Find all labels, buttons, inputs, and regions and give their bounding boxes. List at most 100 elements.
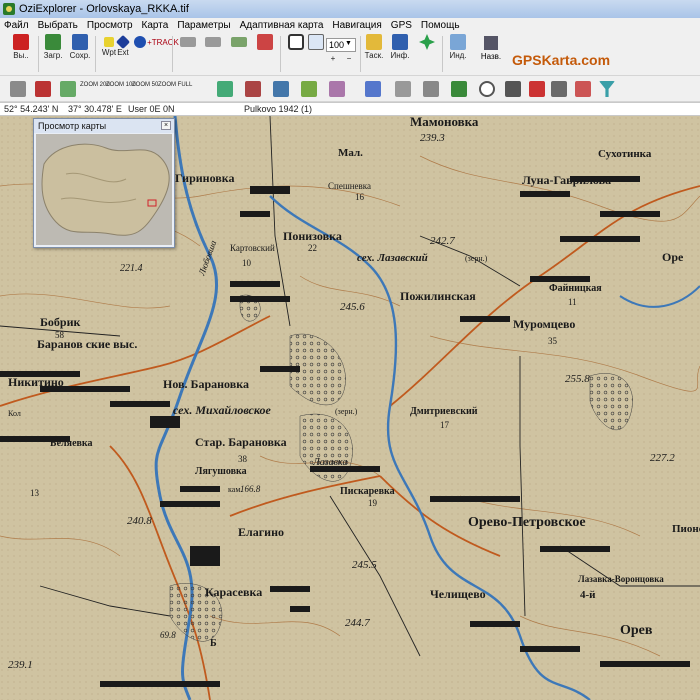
zoom-50-button[interactable]: ZOOM 50: [132, 76, 158, 88]
longitude-readout: 37° 30.478' E: [68, 104, 122, 114]
app-icon: [3, 3, 15, 15]
zoom-full-button[interactable]: ZOOM FULL: [158, 76, 192, 88]
track-edit-button[interactable]: [200, 32, 226, 48]
map-preview-window[interactable]: Просмотр карты ×: [33, 118, 175, 248]
filter-icon: [599, 81, 615, 97]
route-tool-button[interactable]: [30, 76, 56, 98]
plus-icon: +: [330, 54, 336, 63]
track-tool-button[interactable]: [55, 76, 81, 98]
anchor-button[interactable]: [500, 76, 526, 98]
anchor-icon: [505, 81, 521, 97]
layers-button[interactable]: [252, 32, 278, 51]
menu-map[interactable]: Карта: [142, 20, 169, 31]
print-button[interactable]: [5, 76, 31, 98]
index-button[interactable]: Инд.: [445, 32, 471, 60]
printer-icon: [10, 81, 26, 97]
pan-arrows-icon: [419, 34, 435, 50]
track-list-icon: [231, 37, 247, 47]
menu-adaptive-map[interactable]: Адаптивная карта: [240, 20, 324, 31]
preview-header[interactable]: Просмотр карты ×: [34, 119, 174, 133]
menu-gps[interactable]: GPS: [391, 20, 412, 31]
menu-navigation[interactable]: Навигация: [332, 20, 381, 31]
gps-icon: [329, 81, 345, 97]
menu-help[interactable]: Помощь: [421, 20, 460, 31]
gps-button-5[interactable]: [324, 76, 350, 98]
toolbar-divider: [280, 36, 281, 72]
close-icon[interactable]: ×: [161, 121, 171, 130]
title-bar: OziExplorer - Orlovskaya_RKKA.tif: [0, 0, 700, 18]
track-list-button[interactable]: [226, 32, 252, 48]
gps-icon: [245, 81, 261, 97]
open-folder-icon: [45, 34, 61, 50]
exit-button[interactable]: Вы..: [8, 32, 34, 60]
center-button[interactable]: [474, 76, 500, 98]
name-button[interactable]: Назв.: [478, 34, 504, 61]
zoom-200-button[interactable]: ZOOM 200: [80, 76, 110, 88]
nmea-button[interactable]: [390, 76, 416, 98]
zoom-out-button[interactable]: −: [342, 54, 356, 63]
track-draw-button[interactable]: [175, 32, 201, 48]
graph-button[interactable]: [570, 76, 596, 98]
gps-icon: [365, 81, 381, 97]
zoom-in-button[interactable]: +: [326, 54, 340, 63]
target-icon: [479, 81, 495, 97]
filter-button[interactable]: [594, 76, 620, 98]
nmea-icon: [395, 81, 411, 97]
map-icon: [308, 34, 324, 50]
save-icon: [72, 34, 88, 50]
gps-button-2[interactable]: [240, 76, 266, 98]
window-title: OziExplorer - Orlovskaya_RKKA.tif: [19, 3, 189, 15]
magnifier-icon: [288, 34, 304, 50]
index-icon: [450, 34, 466, 50]
load-button[interactable]: Загр.: [40, 32, 66, 60]
track-edit-icon: [205, 37, 221, 47]
name-icon: [484, 36, 498, 50]
track-tool-icon: [60, 81, 76, 97]
status-bar: 52° 54.243' N 37° 30.478' E User 0E 0N P…: [0, 102, 700, 116]
gps-icon: [301, 81, 317, 97]
moving-map-icon: [423, 81, 439, 97]
moving-map-button[interactable]: [418, 76, 444, 98]
user-coordinates: User 0E 0N: [128, 104, 175, 114]
toolbar-divider: [442, 36, 443, 72]
gps-button-3[interactable]: [268, 76, 294, 98]
lock-icon: [366, 34, 382, 50]
latitude-readout: 52° 54.243' N: [4, 104, 59, 114]
stats-button[interactable]: [546, 76, 572, 98]
preview-title: Просмотр карты: [38, 121, 107, 131]
minus-icon: −: [346, 54, 352, 63]
route-icon: [134, 36, 146, 48]
menu-file[interactable]: Файл: [4, 20, 29, 31]
gps-icon: [273, 81, 289, 97]
track-icon: [180, 37, 196, 47]
gps-button-6[interactable]: [360, 76, 386, 98]
menu-select[interactable]: Выбрать: [38, 20, 78, 31]
pan-button[interactable]: [414, 32, 440, 51]
secondary-toolbar: ZOOM 200 ZOOM 100 ZOOM 50 ZOOM FULL: [0, 76, 700, 102]
record-icon: [529, 81, 545, 97]
save-button[interactable]: Сохр.: [67, 32, 93, 60]
toolbar-divider: [172, 36, 173, 72]
gps-icon: [217, 81, 233, 97]
brand-logo: GPSKarta.com: [512, 52, 611, 68]
route-tool-icon: [35, 81, 51, 97]
gps-button-4[interactable]: [296, 76, 322, 98]
exit-icon: [13, 34, 29, 50]
info-button[interactable]: Инф.: [387, 32, 413, 60]
menu-view[interactable]: Просмотр: [87, 20, 133, 31]
toolbar-divider: [38, 36, 39, 72]
layers-icon: [257, 34, 273, 50]
menu-parameters[interactable]: Параметры: [177, 20, 230, 31]
task-button[interactable]: Таск.: [361, 32, 387, 60]
zoom-100-button[interactable]: ZOOM 100: [106, 76, 136, 88]
graph-icon: [575, 81, 591, 97]
chevron-down-icon[interactable]: ▼: [345, 40, 352, 47]
gps-button-1[interactable]: [212, 76, 238, 98]
menu-bar: Файл Выбрать Просмотр Карта Параметры Ад…: [0, 18, 700, 32]
preview-thumbnail[interactable]: [36, 134, 172, 245]
datum-readout: Pulkovo 1942 (1): [244, 104, 313, 114]
main-toolbar: Вы.. Загр. Сохр. Wpt Ext +TRACK 100 ▼ + …: [0, 32, 700, 76]
direction-button[interactable]: [446, 76, 472, 98]
preview-map-image: [36, 134, 172, 245]
stats-icon: [551, 81, 567, 97]
